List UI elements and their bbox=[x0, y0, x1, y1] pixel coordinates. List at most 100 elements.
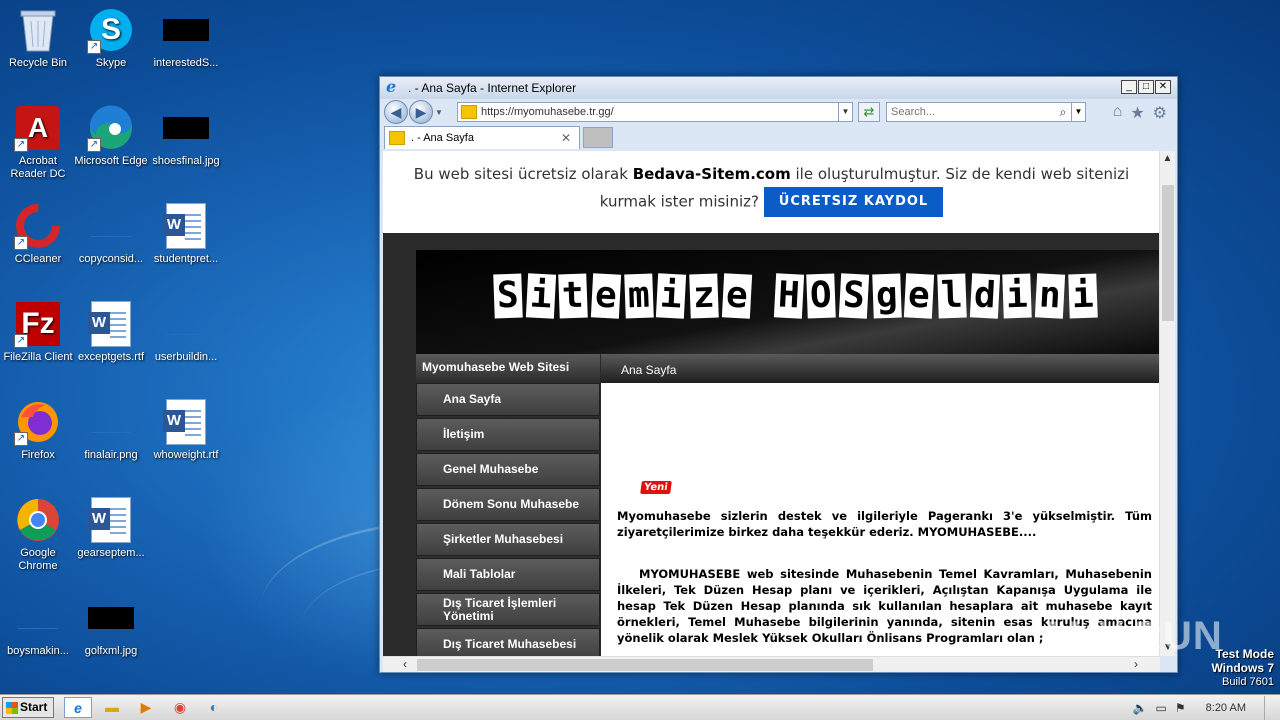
title-letter: H bbox=[773, 273, 804, 319]
desktop-icon-firefox[interactable]: ↗ Firefox bbox=[0, 398, 76, 462]
back-arrow-icon: ◀ bbox=[390, 104, 402, 120]
vertical-scrollbar[interactable]: ▲ ▼ bbox=[1159, 151, 1175, 656]
search-icon[interactable]: ⌕ bbox=[1055, 105, 1071, 120]
title-letter: l bbox=[937, 273, 967, 319]
maximize-button[interactable]: □ bbox=[1138, 80, 1154, 94]
window-title: . - Ana Sayfa - Internet Explorer bbox=[408, 81, 577, 95]
volume-icon[interactable]: 🔈 bbox=[1133, 701, 1148, 715]
taskbar-edge[interactable]: ◐ bbox=[200, 697, 228, 718]
close-button[interactable]: ✕ bbox=[1155, 80, 1171, 94]
desktop-icon-skype[interactable]: S ↗ Skype bbox=[73, 6, 149, 70]
filezilla-icon: Fz ↗ bbox=[14, 300, 62, 348]
address-dropdown-icon[interactable]: ▼ bbox=[838, 103, 852, 121]
address-url[interactable]: https://myomuhasebe.tr.gg/ bbox=[481, 106, 838, 118]
site-header-banner: SitemizeHOSgeldini bbox=[416, 250, 1160, 354]
scroll-up-icon[interactable]: ▲ bbox=[1160, 151, 1175, 167]
desktop-icon-recycle-bin[interactable]: Recycle Bin bbox=[0, 6, 76, 70]
black-thumbnail-icon bbox=[87, 594, 135, 642]
taskbar: Start e ▬ ▶ ◉ ◐ 🔈 ▭ ⚑ 8:20 AM bbox=[0, 694, 1280, 720]
desktop-icon-copyconsid[interactable]: copyconsid... bbox=[73, 202, 149, 266]
tab-bar: . - Ana Sayfa ✕ bbox=[380, 125, 1177, 149]
clock[interactable]: 8:20 AM bbox=[1206, 702, 1246, 714]
chrome-icon bbox=[14, 496, 62, 544]
sidebar-item-ana-sayfa[interactable]: Ana Sayfa bbox=[416, 383, 600, 416]
desktop-icon-boysmaking[interactable]: boysmakin... bbox=[0, 594, 76, 658]
history-dropdown-icon[interactable]: ▼ bbox=[434, 108, 444, 117]
network-icon[interactable]: ▭ bbox=[1156, 701, 1167, 715]
title-letter: g bbox=[871, 273, 902, 319]
desktop-icon-shoesfinal[interactable]: shoesfinal.jpg bbox=[148, 104, 224, 168]
title-letter: i bbox=[656, 273, 687, 319]
title-letter: m bbox=[623, 273, 654, 319]
address-bar[interactable]: https://myomuhasebe.tr.gg/ ▼ bbox=[457, 102, 853, 122]
favorites-star-icon[interactable]: ★ bbox=[1130, 103, 1144, 123]
settings-gear-icon[interactable]: ⚙ bbox=[1153, 103, 1167, 123]
desktop-icon-studentpret[interactable]: W studentpret... bbox=[148, 202, 224, 266]
promo-brand-link[interactable]: Bedava-Sitem.com bbox=[633, 165, 791, 183]
new-tab-button[interactable] bbox=[583, 127, 613, 148]
forward-button[interactable]: ▶ bbox=[409, 100, 433, 124]
desktop-icon-ccleaner[interactable]: ↗ CCleaner bbox=[0, 202, 76, 266]
desktop-icon-gearseptem[interactable]: W gearseptem... bbox=[73, 496, 149, 560]
main-title: Ana Sayfa bbox=[601, 354, 1160, 383]
desktop-icon-chrome[interactable]: Google Chrome bbox=[0, 496, 76, 573]
word-doc-icon: W bbox=[87, 496, 135, 544]
flag-icon[interactable]: ⚑ bbox=[1175, 701, 1186, 715]
tab-close-icon[interactable]: ✕ bbox=[561, 131, 575, 145]
sidebar-item-dis-ticaret-islemleri[interactable]: Dış Ticaret İşlemleri Yönetimi bbox=[416, 593, 600, 626]
sidebar-item-iletisim[interactable]: İletişim bbox=[416, 418, 600, 451]
minimize-button[interactable]: _ bbox=[1121, 80, 1137, 94]
sidebar-item-mali-tablolar[interactable]: Mali Tablolar bbox=[416, 558, 600, 591]
page-viewport: Bu web sitesi ücretsiz olarak Bedava-Sit… bbox=[383, 151, 1160, 656]
desktop-icon-exceptgets[interactable]: W exceptgets.rtf bbox=[73, 300, 149, 364]
desktop-icon-edge[interactable]: ↗ Microsoft Edge bbox=[73, 104, 149, 168]
search-input[interactable] bbox=[887, 106, 1055, 118]
back-button[interactable]: ◀ bbox=[384, 100, 408, 124]
desktop-icon-acrobat[interactable]: A ↗ Acrobat Reader DC bbox=[0, 104, 76, 181]
scroll-right-icon[interactable]: › bbox=[1128, 657, 1144, 672]
title-letter: d bbox=[969, 273, 1000, 319]
scroll-thumb[interactable] bbox=[417, 659, 873, 671]
search-dropdown-icon[interactable]: ▼ bbox=[1071, 103, 1085, 121]
tab-ana-sayfa[interactable]: . - Ana Sayfa ✕ bbox=[384, 126, 580, 149]
register-button[interactable]: ÜCRETSIZ KAYDOL bbox=[763, 187, 944, 217]
recycle-bin-icon bbox=[14, 6, 62, 54]
blank-file-icon bbox=[87, 398, 135, 446]
sidebar-item-sirketler[interactable]: Şirketler Muhasebesi bbox=[416, 523, 600, 556]
desktop-icon-filezilla[interactable]: Fz ↗ FileZilla Client bbox=[0, 300, 76, 364]
paragraph-intro: Myomuhasebe sizlerin destek ve ilgileriy… bbox=[617, 509, 1152, 539]
firefox-icon: ↗ bbox=[14, 398, 62, 446]
black-thumbnail-icon bbox=[162, 6, 210, 54]
forward-arrow-icon: ▶ bbox=[415, 104, 427, 120]
sidebar-item-dis-ticaret-muhasebesi[interactable]: Dış Ticaret Muhasebesi bbox=[416, 628, 600, 656]
taskbar-chrome[interactable]: ◉ bbox=[166, 697, 194, 718]
ccleaner-icon: ↗ bbox=[14, 202, 62, 250]
scroll-left-icon[interactable]: ‹ bbox=[397, 657, 413, 672]
home-icon[interactable]: ⌂ bbox=[1113, 103, 1123, 123]
taskbar-ie[interactable]: e bbox=[64, 697, 92, 718]
sidebar-item-genel-muhasebe[interactable]: Genel Muhasebe bbox=[416, 453, 600, 486]
test-mode-notice: Test Mode Windows 7 Build 7601 bbox=[1211, 648, 1274, 689]
site-favicon-icon bbox=[461, 105, 477, 119]
desktop-icon-finalair[interactable]: finalair.png bbox=[73, 398, 149, 462]
start-button[interactable]: Start bbox=[2, 697, 54, 718]
refresh-button[interactable]: ⇄ bbox=[858, 102, 880, 122]
sidebar-item-donem-sonu[interactable]: Dönem Sonu Muhasebe bbox=[416, 488, 600, 521]
desktop-icon-golfxml[interactable]: golfxml.jpg bbox=[73, 594, 149, 658]
black-thumbnail-icon bbox=[162, 104, 210, 152]
show-desktop-button[interactable] bbox=[1264, 696, 1274, 720]
title-letter: S bbox=[838, 273, 869, 319]
title-letter: e bbox=[904, 273, 935, 319]
title-letter: i bbox=[1002, 273, 1032, 319]
scroll-thumb[interactable] bbox=[1162, 185, 1174, 321]
desktop-icon-whoweight[interactable]: W whoweight.rtf bbox=[148, 398, 224, 462]
desktop-icon-interesteds[interactable]: interestedS... bbox=[148, 6, 224, 70]
word-doc-icon: W bbox=[162, 398, 210, 446]
windows-logo-icon bbox=[6, 702, 18, 714]
taskbar-explorer[interactable]: ▬ bbox=[98, 697, 126, 718]
window-titlebar[interactable]: e . - Ana Sayfa - Internet Explorer _ □ … bbox=[380, 77, 1177, 99]
desktop-icon-userbuildin[interactable]: userbuildin... bbox=[148, 300, 224, 364]
sidebar-title: Myomuhasebe Web Sitesi bbox=[416, 354, 600, 381]
title-letter: O bbox=[806, 273, 836, 319]
taskbar-media-player[interactable]: ▶ bbox=[132, 697, 160, 718]
